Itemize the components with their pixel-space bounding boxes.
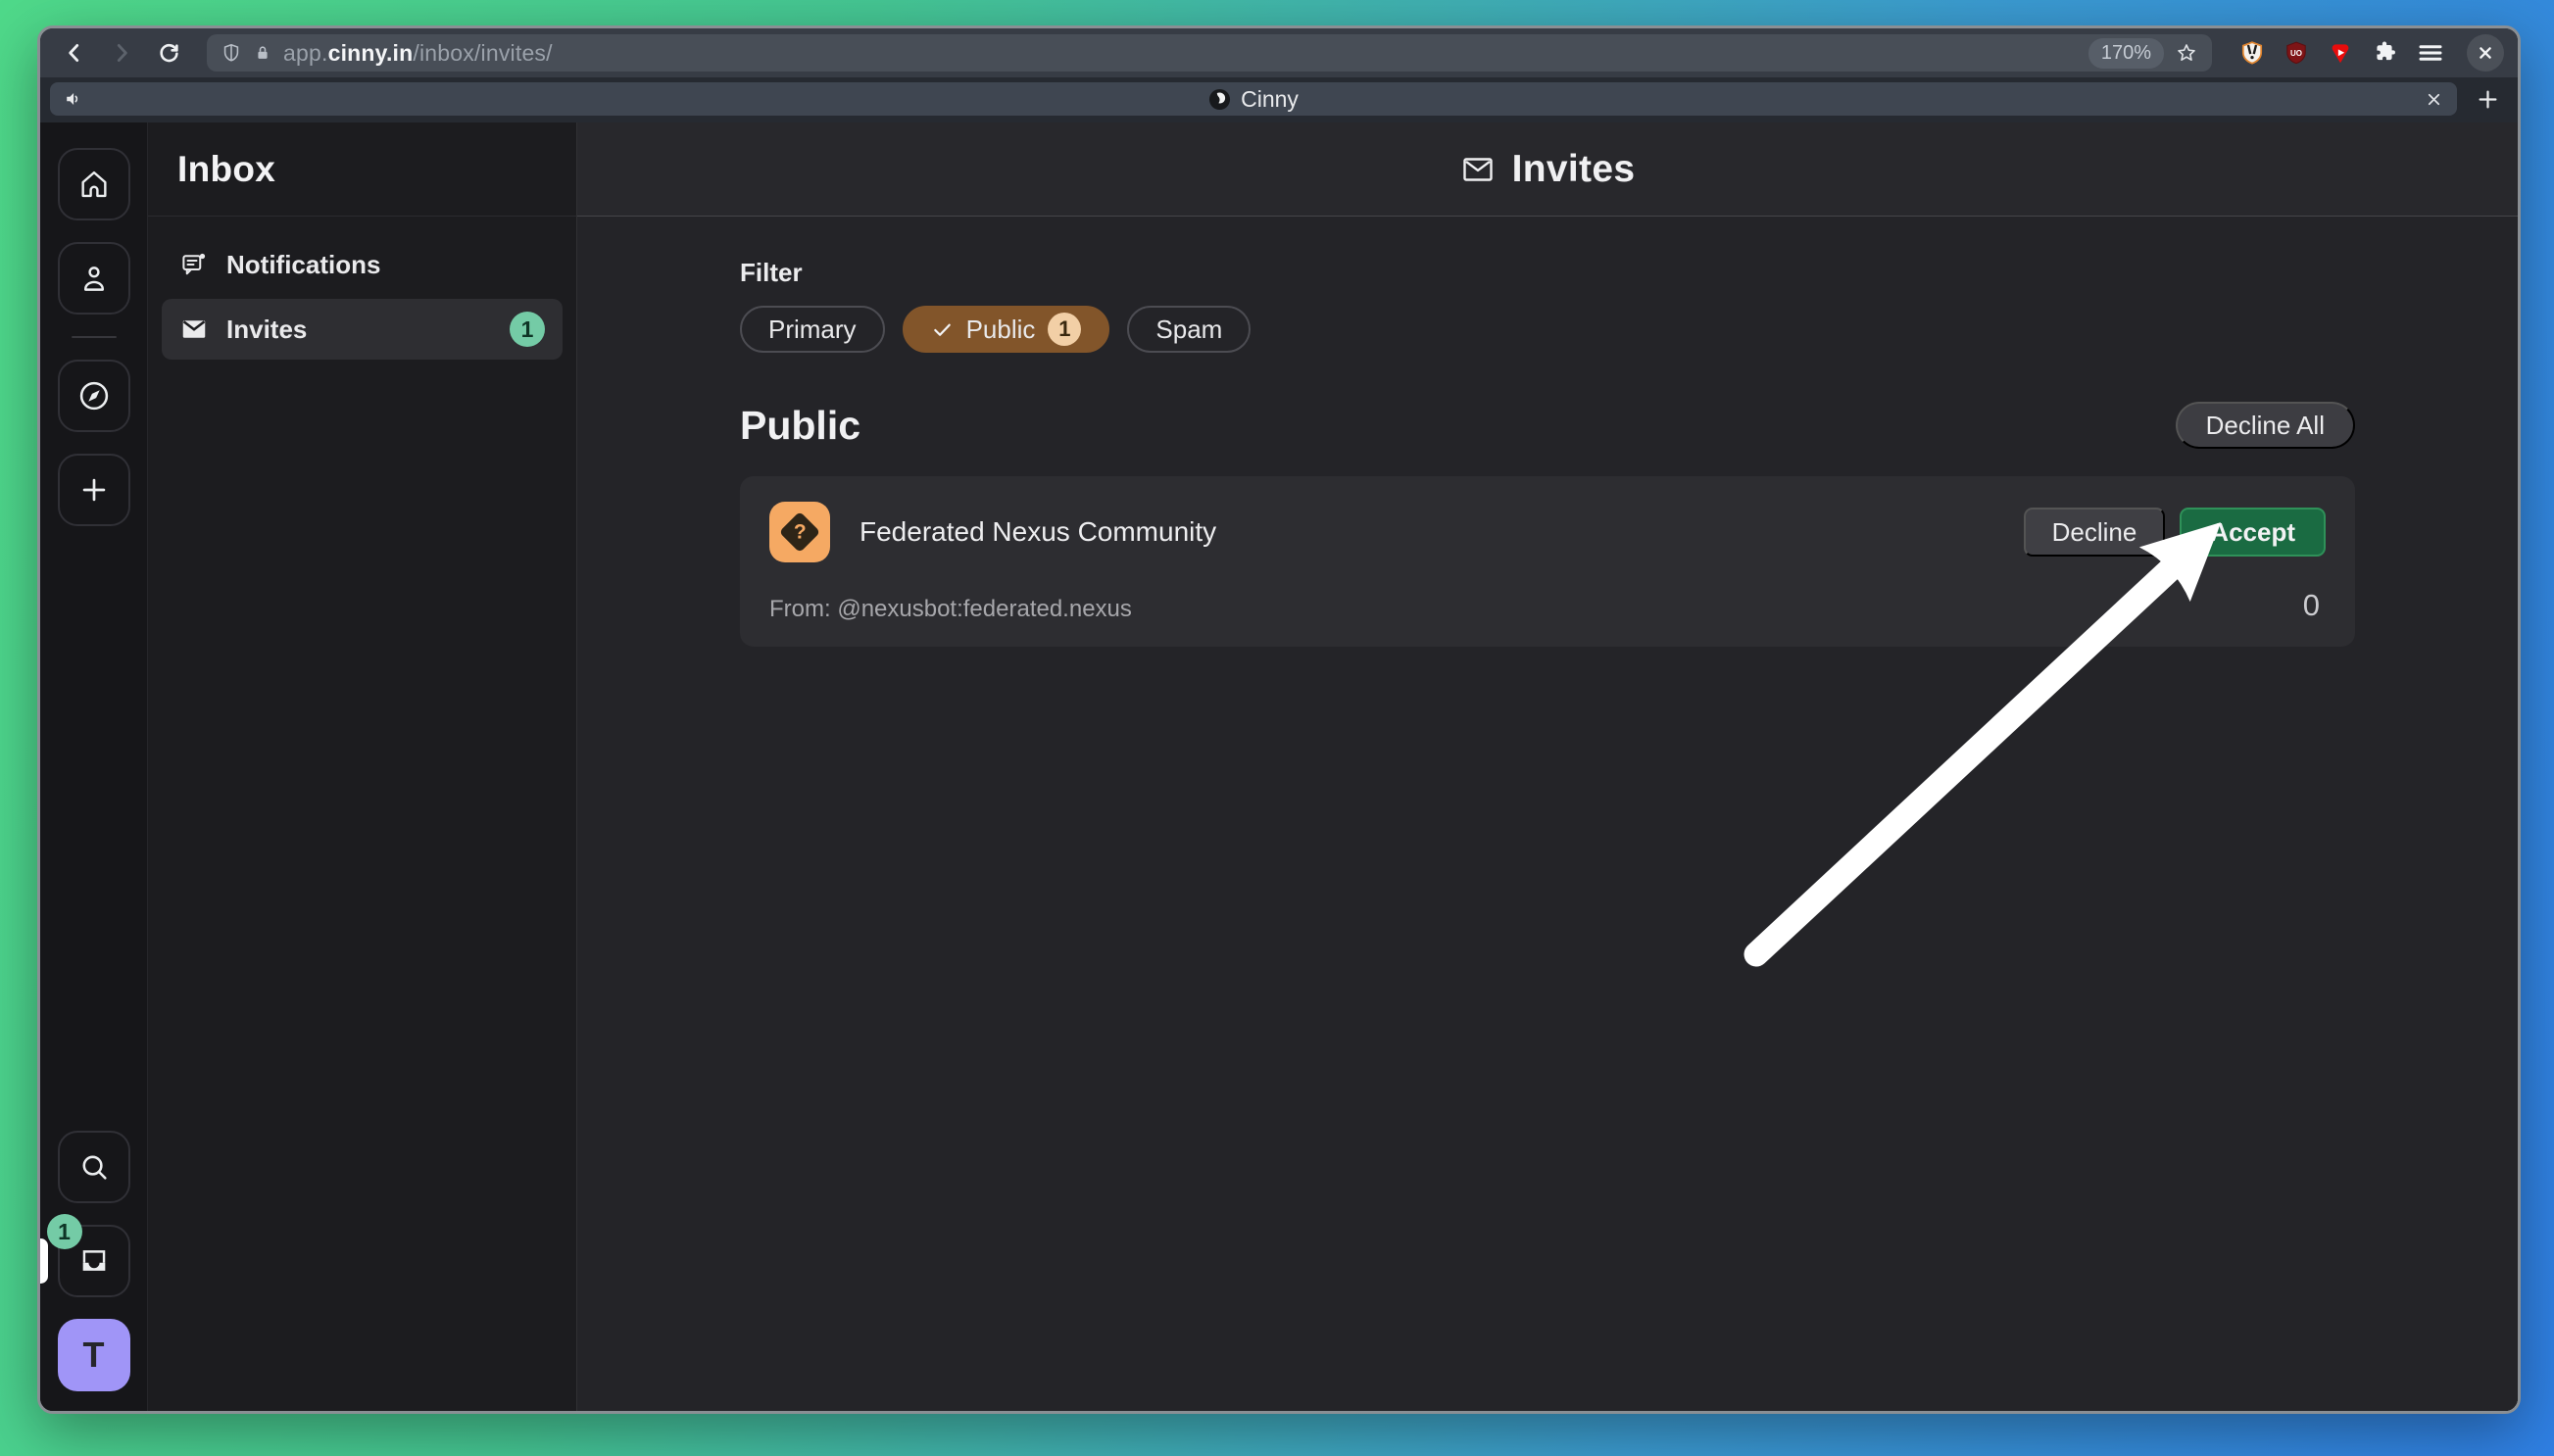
- invites-count-badge: 1: [510, 312, 545, 347]
- back-icon[interactable]: [54, 32, 95, 73]
- inbox-panel: Inbox Notifications Invites 1: [148, 122, 577, 1411]
- plus-icon: [77, 473, 111, 507]
- tab-bar: Cinny: [40, 77, 2518, 122]
- cinny-app: 1 T Inbox Notifications Invites 1: [40, 122, 2518, 1411]
- search-button[interactable]: [58, 1131, 130, 1203]
- chip-label: Spam: [1155, 315, 1222, 345]
- person-icon: [77, 262, 111, 295]
- inbox-unread-badge: 1: [47, 1214, 82, 1249]
- tracking-shield-icon[interactable]: [221, 42, 242, 64]
- reload-icon[interactable]: [148, 32, 189, 73]
- invites-content: Filter Primary Public 1 Spam Publi: [577, 217, 2518, 1411]
- sidebar-item-label: Notifications: [226, 250, 380, 280]
- filter-chip-spam[interactable]: Spam: [1127, 306, 1251, 353]
- sidebar-item-notifications[interactable]: Notifications: [162, 234, 563, 295]
- inbox-icon: [77, 1244, 111, 1278]
- zoom-level-badge[interactable]: 170%: [2088, 38, 2164, 69]
- extensions-puzzle-icon[interactable]: [2372, 40, 2397, 66]
- window-close-icon[interactable]: [2467, 34, 2504, 72]
- home-button[interactable]: [58, 148, 130, 220]
- user-avatar[interactable]: T: [58, 1319, 130, 1391]
- chip-label: Primary: [768, 315, 857, 345]
- room-name: Federated Nexus Community: [860, 516, 1216, 548]
- compass-icon: [76, 378, 112, 413]
- main-area: Invites Filter Primary Public 1 Spam: [577, 122, 2518, 1411]
- browser-window: app.cinny.in/inbox/invites/ 170% UO: [37, 25, 2521, 1414]
- filter-chip-public[interactable]: Public 1: [903, 306, 1110, 353]
- speaker-icon[interactable]: [64, 88, 85, 110]
- room-avatar-glyph: ?: [779, 511, 820, 553]
- filter-chip-primary[interactable]: Primary: [740, 306, 885, 353]
- invite-member-count: 0: [2303, 588, 2326, 623]
- search-icon: [77, 1150, 111, 1184]
- video-extension-icon[interactable]: [2328, 40, 2353, 66]
- direct-messages-button[interactable]: [58, 242, 130, 315]
- bookmark-star-icon[interactable]: [2175, 41, 2198, 65]
- svg-text:UO: UO: [2290, 49, 2302, 58]
- ublock-icon[interactable]: UO: [2284, 40, 2309, 66]
- forward-icon[interactable]: [101, 32, 142, 73]
- favicon-cinny: [1208, 88, 1231, 111]
- inbox-panel-header: Inbox: [148, 122, 576, 217]
- rail-divider: [72, 336, 117, 338]
- main-header: Invites: [577, 122, 2518, 217]
- privacy-badger-icon[interactable]: [2239, 40, 2265, 66]
- filter-chips: Primary Public 1 Spam: [740, 306, 2355, 353]
- decline-all-button[interactable]: Decline All: [2176, 402, 2355, 449]
- notifications-icon: [179, 250, 209, 279]
- home-icon: [77, 168, 111, 201]
- space-rail: 1 T: [40, 122, 148, 1411]
- inbox-selected-indicator: [37, 1238, 48, 1284]
- accept-button[interactable]: Accept: [2180, 508, 2326, 557]
- browser-toolbar: app.cinny.in/inbox/invites/ 170% UO: [40, 28, 2518, 77]
- explore-button[interactable]: [58, 360, 130, 432]
- url-text: app.cinny.in/inbox/invites/: [283, 40, 553, 67]
- inbox-button[interactable]: 1: [58, 1225, 130, 1297]
- inbox-panel-title: Inbox: [177, 149, 275, 190]
- mail-outline-icon: [1460, 152, 1496, 187]
- chip-label: Public: [966, 315, 1036, 345]
- section-title: Public: [740, 403, 860, 449]
- page-title: Invites: [1512, 148, 1636, 191]
- tab-close-icon[interactable]: [2425, 90, 2443, 109]
- menu-icon[interactable]: [2416, 38, 2445, 68]
- invite-card: ? Federated Nexus Community Decline Acce…: [740, 476, 2355, 647]
- create-space-button[interactable]: [58, 454, 130, 526]
- lock-icon: [253, 43, 272, 63]
- filter-label: Filter: [740, 258, 2355, 288]
- tab-cinny[interactable]: Cinny: [50, 82, 2457, 116]
- sidebar-item-label: Invites: [226, 315, 307, 345]
- room-avatar: ?: [769, 502, 830, 562]
- decline-button[interactable]: Decline: [2024, 508, 2166, 557]
- check-icon: [931, 318, 954, 341]
- sidebar-item-invites[interactable]: Invites 1: [162, 299, 563, 360]
- chip-count-badge: 1: [1048, 313, 1081, 346]
- new-tab-icon[interactable]: [2467, 81, 2508, 117]
- tab-title: Cinny: [1241, 86, 1299, 113]
- extension-icons: UO: [2230, 38, 2455, 68]
- invite-from: From: @nexusbot:federated.nexus: [769, 596, 1132, 623]
- mail-icon: [179, 315, 209, 344]
- url-bar[interactable]: app.cinny.in/inbox/invites/ 170%: [207, 34, 2212, 72]
